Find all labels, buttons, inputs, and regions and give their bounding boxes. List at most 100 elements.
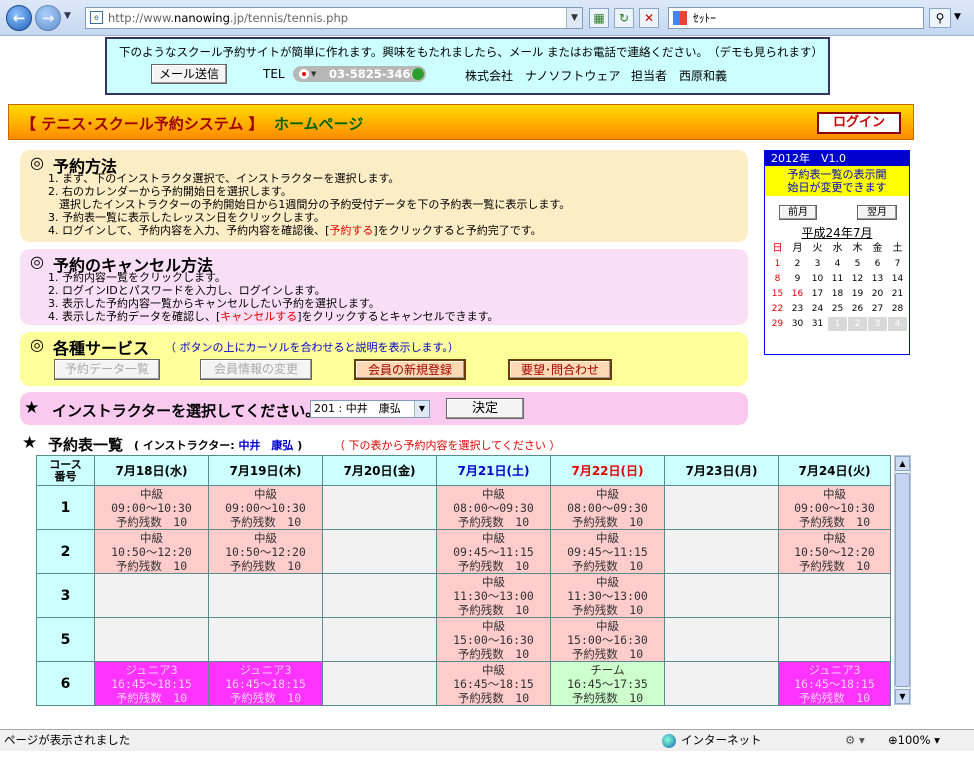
calendar-day[interactable]: 20 [868, 287, 887, 301]
lesson-slot[interactable]: 中級 11:30～13:00 予約残数 10 [436, 573, 551, 618]
lesson-slot[interactable]: 中級 09:45～11:15 予約残数 10 [550, 529, 665, 574]
calendar-day[interactable]: 26 [848, 302, 867, 316]
calendar-day[interactable]: 6 [868, 257, 887, 271]
calendar-day[interactable]: 5 [848, 257, 867, 271]
back-button[interactable]: ← [6, 5, 32, 31]
calendar-day[interactable]: 1 [768, 257, 787, 271]
howto-step: 3. 予約表一覧に表示したレッスン日をクリックします。 [48, 211, 325, 224]
history-dropdown-icon[interactable]: ▼ [64, 11, 71, 21]
calendar-day[interactable]: 7 [888, 257, 907, 271]
lesson-slot[interactable]: ジュニア3 16:45～18:15 予約残数 10 [208, 661, 323, 706]
lesson-time: 09:45～11:15 [567, 544, 648, 559]
refresh-icon[interactable]: ↻ [614, 8, 634, 28]
prev-month-button[interactable]: 前月 [779, 205, 817, 220]
calendar-day[interactable]: 18 [828, 287, 847, 301]
lesson-slot[interactable]: 中級 09:00～10:30 予約残数 10 [94, 485, 209, 530]
calendar-day[interactable]: 11 [828, 272, 847, 286]
lesson-slot[interactable]: 中級 15:00～16:30 予約残数 10 [436, 617, 551, 662]
stop-icon[interactable]: ✕ [639, 8, 659, 28]
howto-step: 選択したインストラクターの予約開始日から1週間分の予約受付データを下の予約表一覧… [48, 198, 571, 211]
calendar-day[interactable]: 21 [888, 287, 907, 301]
cancel-steps: 1. 予約内容一覧をクリックします。 2. ログインIDとパスワードを入力し、ロ… [48, 271, 499, 323]
mail-button[interactable]: メール送信 [151, 64, 227, 84]
lesson-time: 08:00～09:30 [567, 500, 648, 515]
lesson-slot[interactable]: 中級 10:50～12:20 予約残数 10 [778, 529, 891, 574]
calendar-day[interactable]: 12 [848, 272, 867, 286]
calendar-day[interactable]: 23 [788, 302, 807, 316]
status-text: ページが表示されました [4, 733, 131, 747]
calendar-day[interactable]: 28 [888, 302, 907, 316]
lesson-slot[interactable]: 中級 09:00～10:30 予約残数 10 [778, 485, 891, 530]
scroll-up-icon[interactable]: ▲ [895, 456, 910, 471]
lesson-time: 09:45～11:15 [453, 544, 534, 559]
calendar-day[interactable]: 2 [788, 257, 807, 271]
lesson-slot[interactable]: チーム 16:45～17:35 予約残数 10 [550, 661, 665, 706]
calendar-day[interactable]: 30 [788, 317, 807, 331]
scroll-down-icon[interactable]: ▼ [895, 689, 910, 704]
lesson-slot[interactable]: ジュニア3 16:45～18:15 予約残数 10 [778, 661, 891, 706]
calendar-day[interactable]: 31 [808, 317, 827, 331]
empty-slot [322, 661, 437, 706]
home-link[interactable]: ホームページ [274, 113, 363, 134]
inquiry-button[interactable]: 要望･問合わせ [508, 359, 612, 380]
lesson-time: 16:45～17:35 [567, 676, 648, 691]
lesson-level: 中級 [596, 530, 619, 545]
search-icon[interactable]: ⚲ [929, 8, 951, 28]
lesson-slot[interactable]: 中級 09:00～10:30 予約残数 10 [208, 485, 323, 530]
calendar-day[interactable]: 4 [828, 257, 847, 271]
table-scrollbar[interactable]: ▲ ▼ [894, 455, 911, 705]
lesson-slot[interactable]: 中級 10:50～12:20 予約残数 10 [208, 529, 323, 574]
login-button[interactable]: ログイン [817, 112, 901, 134]
calendar-day[interactable]: 16 [788, 287, 807, 301]
star-icon: ★ [22, 433, 38, 453]
calendar-day[interactable]: 3 [808, 257, 827, 271]
calendar-day[interactable]: 10 [808, 272, 827, 286]
protected-mode-icon[interactable]: ⚙ ▾ [845, 730, 865, 751]
lesson-level: 中級 [596, 574, 619, 589]
search-dropdown-icon[interactable]: ▼ [954, 12, 961, 22]
calendar-day[interactable]: 22 [768, 302, 787, 316]
howto-step: 2. 右のカレンダーから予約開始日を選択します。 [48, 185, 292, 198]
lesson-slot[interactable]: 中級 11:30～13:00 予約残数 10 [550, 573, 665, 618]
empty-slot [208, 573, 323, 618]
scroll-thumb[interactable] [895, 473, 910, 687]
lesson-slot[interactable]: 中級 08:00～09:30 予約残数 10 [436, 485, 551, 530]
calendar-day[interactable]: 19 [848, 287, 867, 301]
calendar-day[interactable]: 25 [828, 302, 847, 316]
address-bar[interactable]: e http://www.nanowing.jp/tennis/tennis.p… [85, 7, 583, 29]
calendar-day[interactable]: 24 [808, 302, 827, 316]
lesson-time: 16:45～18:15 [794, 676, 875, 691]
calendar-day[interactable]: 27 [868, 302, 887, 316]
lesson-slot[interactable]: 中級 08:00～09:30 予約残数 10 [550, 485, 665, 530]
zoom-control[interactable]: ⊕100% ▾ [888, 730, 940, 751]
instructor-select[interactable]: 201 : 中井 康弘 ▼ [310, 400, 430, 418]
new-member-button[interactable]: 会員の新規登録 [354, 359, 466, 380]
next-month-button[interactable]: 翌月 [857, 205, 897, 220]
lesson-slot[interactable]: 中級 16:45～18:15 予約残数 10 [436, 661, 551, 706]
lesson-slot[interactable]: 中級 09:45～11:15 予約残数 10 [436, 529, 551, 574]
forward-button[interactable]: → [35, 5, 61, 31]
decide-button[interactable]: 決定 [446, 398, 524, 419]
address-dropdown-icon[interactable]: ▼ [566, 8, 582, 28]
lesson-slot[interactable]: ジュニア3 16:45～18:15 予約残数 10 [94, 661, 209, 706]
compat-view-icon[interactable]: ▦ [589, 8, 609, 28]
lesson-remaining: 予約残数 10 [457, 690, 530, 705]
empty-slot [208, 617, 323, 662]
lesson-remaining: 予約残数 10 [798, 514, 871, 529]
calendar-day[interactable]: 14 [888, 272, 907, 286]
calendar-day[interactable]: 13 [868, 272, 887, 286]
calendar-day[interactable]: 17 [808, 287, 827, 301]
calendar-day[interactable]: 15 [768, 287, 787, 301]
calendar-day[interactable]: 29 [768, 317, 787, 331]
calendar-day[interactable]: 8 [768, 272, 787, 286]
member-info-button[interactable]: 会員情報の変更 [200, 359, 312, 380]
calendar-day[interactable]: 9 [788, 272, 807, 286]
chevron-down-icon: ▼ [414, 401, 429, 417]
empty-slot [94, 573, 209, 618]
lesson-slot[interactable]: 中級 15:00～16:30 予約残数 10 [550, 617, 665, 662]
search-input[interactable]: ｾｯﾄｰ [668, 7, 924, 29]
reservation-list-button[interactable]: 予約データ一覧 [54, 359, 160, 380]
empty-slot [322, 529, 437, 574]
phone-chip[interactable]: ▼ 03-5825-3466 [293, 66, 426, 82]
lesson-slot[interactable]: 中級 10:50～12:20 予約残数 10 [94, 529, 209, 574]
